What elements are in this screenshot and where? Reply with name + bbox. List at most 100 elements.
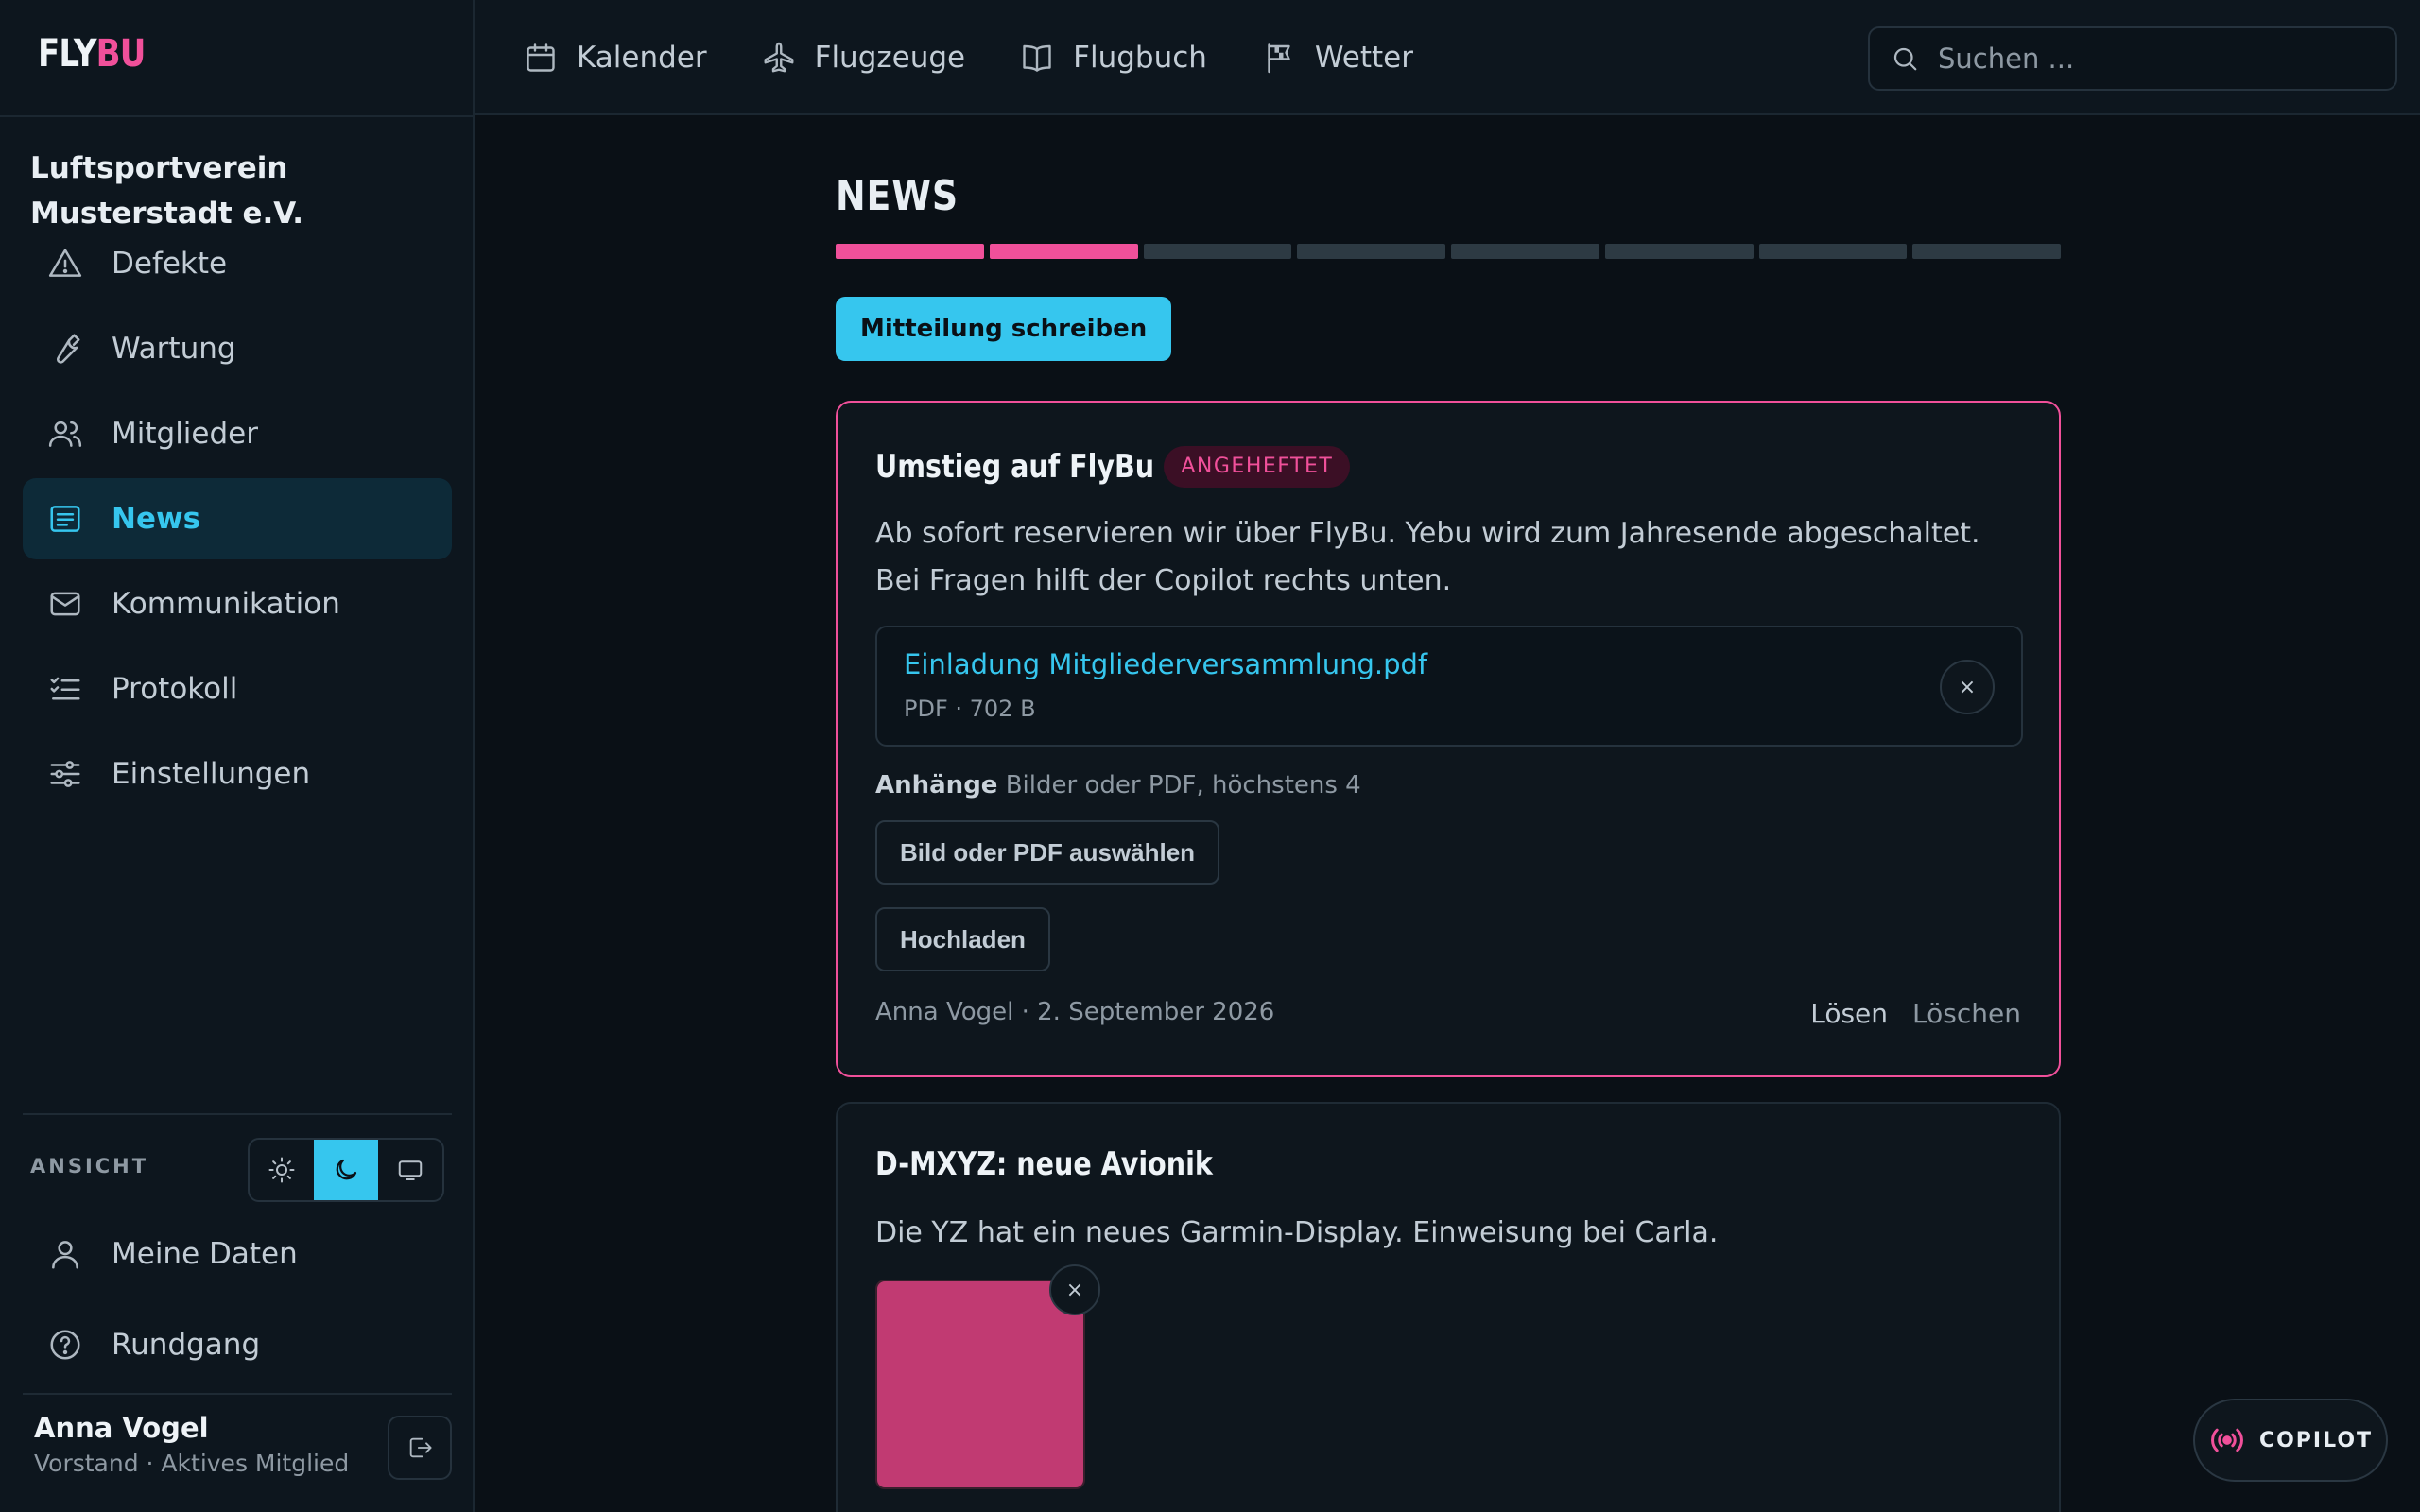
progress-segment [1604, 244, 1754, 259]
sidebar-item-label: Wartung [112, 332, 236, 366]
theme-light-button[interactable] [250, 1140, 314, 1200]
user-icon [47, 1236, 83, 1272]
sidebar-item-kommunikation[interactable]: Kommunikation [23, 563, 452, 644]
post-title-row: Umstieg auf FlyBu ANGEHEFTET [875, 444, 1351, 490]
topnav-item-kalender[interactable]: Kalender [524, 41, 707, 75]
topnav-item-label: Flugzeuge [814, 41, 966, 75]
write-message-button[interactable]: Mitteilung schreiben [836, 297, 1172, 361]
view-label: ANSICHT [30, 1155, 149, 1177]
attachment-item: Einladung Mitgliederversammlung.pdf PDF … [875, 626, 2023, 747]
sidebar-item-label: Einstellungen [112, 757, 311, 791]
post-body: Die YZ hat ein neues Garmin-Display. Ein… [875, 1216, 1719, 1249]
post-title: Umstieg auf FlyBu [875, 448, 1155, 486]
close-icon: × [1958, 675, 1977, 699]
newspaper-icon [47, 501, 83, 537]
copilot-label: COPILOT [2258, 1428, 2374, 1452]
flag-icon [1262, 41, 1315, 75]
calendar-icon [524, 41, 577, 75]
progress-segment [989, 244, 1138, 259]
remove-attachment-button[interactable]: × [1940, 660, 1995, 714]
sidebar-item-label: Meine Daten [112, 1237, 298, 1271]
topnav-item-wetter[interactable]: Wetter [1262, 41, 1413, 75]
theme-dark-button[interactable] [314, 1140, 378, 1200]
search-icon [1891, 44, 1938, 73]
copilot-button[interactable]: COPILOT [2193, 1399, 2388, 1482]
pinned-badge: ANGEHEFTET [1164, 446, 1351, 488]
post-title: D-MXYZ: neue Avionik [875, 1145, 1213, 1183]
progress-segment [1912, 244, 2061, 259]
choose-file-button[interactable]: Bild oder PDF auswählen [875, 820, 1220, 885]
attachments-hint-text: Bilder oder PDF, höchstens 4 [1005, 771, 1361, 799]
theme-switch [248, 1138, 444, 1202]
broadcast-icon [2208, 1421, 2259, 1459]
search-box [1868, 26, 2397, 91]
monitor-icon [396, 1156, 424, 1184]
news-post-pinned: Umstieg auf FlyBu ANGEHEFTET Ab sofort r… [836, 401, 2061, 1077]
logo-divider [0, 115, 475, 117]
sidebar-item-label: Rundgang [112, 1328, 261, 1362]
post-actions: Lösen Löschen [1786, 998, 2021, 1029]
sidebar-item-defekte[interactable]: Defekte [23, 223, 452, 304]
sidebar-item-wartung[interactable]: Wartung [23, 308, 452, 389]
sidebar-item-rundgang[interactable]: Rundgang [23, 1302, 452, 1387]
sidebar-item-protokoll[interactable]: Protokoll [23, 648, 452, 730]
user-role: Vorstand · Aktives Mitglied [34, 1450, 350, 1477]
close-icon: × [1065, 1278, 1084, 1302]
top-nav: Kalender Flugzeuge Flugbuch Wetter [524, 0, 1468, 115]
sidebar-item-meine-daten[interactable]: Meine Daten [23, 1211, 452, 1297]
progress-segments [836, 244, 2061, 259]
topnav-item-flugzeuge[interactable]: Flugzeuge [762, 41, 966, 75]
sidebar-divider [23, 1113, 452, 1115]
post-image[interactable] [875, 1280, 1085, 1489]
warning-icon [47, 246, 83, 282]
news-post: D-MXYZ: neue Avionik Die YZ hat ein neue… [836, 1102, 2061, 1512]
progress-segment [836, 244, 984, 259]
book-icon [1020, 41, 1073, 75]
wrench-icon [47, 331, 83, 367]
sun-icon [268, 1156, 296, 1184]
logout-icon [406, 1435, 433, 1461]
logout-button[interactable] [388, 1416, 452, 1480]
sidebar-item-label: Defekte [112, 247, 228, 281]
attachments-label: Anhänge [875, 771, 998, 799]
theme-system-button[interactable] [378, 1140, 442, 1200]
topnav-item-label: Flugbuch [1073, 41, 1207, 75]
attachment-meta: PDF · 702 B [904, 696, 1036, 722]
progress-segment [1297, 244, 1445, 259]
post-title-row: D-MXYZ: neue Avionik [875, 1142, 1277, 1187]
sidebar-bottom-nav: Meine Daten Rundgang [23, 1211, 452, 1393]
sidebar-item-label: Kommunikation [112, 587, 340, 621]
mail-icon [47, 586, 83, 622]
help-circle-icon [47, 1327, 83, 1363]
users-icon [47, 416, 83, 452]
page-title: NEWS [836, 172, 959, 220]
progress-segment [1758, 244, 1908, 259]
delete-button[interactable]: Löschen [1912, 998, 2021, 1029]
sidebar: FLYBU Luftsportverein Musterstadt e.V. D… [0, 0, 475, 1512]
sidebar-item-label: Mitglieder [112, 417, 258, 451]
topnav-item-flugbuch[interactable]: Flugbuch [1020, 41, 1207, 75]
list-check-icon [47, 671, 83, 707]
post-body: Ab sofort reservieren wir über FlyBu. Ye… [875, 517, 1980, 597]
search-input[interactable] [1938, 43, 2382, 75]
plane-icon [762, 41, 815, 75]
attachments-hint: Anhänge Bilder oder PDF, höchstens 4 [875, 771, 1361, 799]
user-name: Anna Vogel [34, 1412, 209, 1444]
sidebar-item-einstellungen[interactable]: Einstellungen [23, 733, 452, 815]
top-bar: Kalender Flugzeuge Flugbuch Wetter [475, 0, 2420, 115]
sidebar-item-news[interactable]: News [23, 478, 452, 559]
sidebar-item-label: Protokoll [112, 672, 238, 706]
sidebar-item-label: News [112, 502, 201, 536]
app-logo[interactable]: FLYBU [38, 32, 146, 76]
sidebar-item-mitglieder[interactable]: Mitglieder [23, 393, 452, 474]
progress-segment [1451, 244, 1599, 259]
upload-button[interactable]: Hochladen [875, 907, 1050, 971]
unpin-button[interactable]: Lösen [1810, 998, 1888, 1029]
sidebar-nav: Defekte Wartung Mitglieder News Kommunik… [23, 223, 452, 818]
sidebar-divider [23, 1393, 452, 1395]
topnav-item-label: Wetter [1314, 41, 1413, 75]
remove-image-button[interactable]: × [1049, 1264, 1100, 1315]
attachment-link[interactable]: Einladung Mitgliederversammlung.pdf [904, 648, 1427, 680]
topnav-item-label: Kalender [577, 41, 707, 75]
main-content: NEWS Mitteilung schreiben Umstieg auf Fl… [836, 170, 2061, 1512]
